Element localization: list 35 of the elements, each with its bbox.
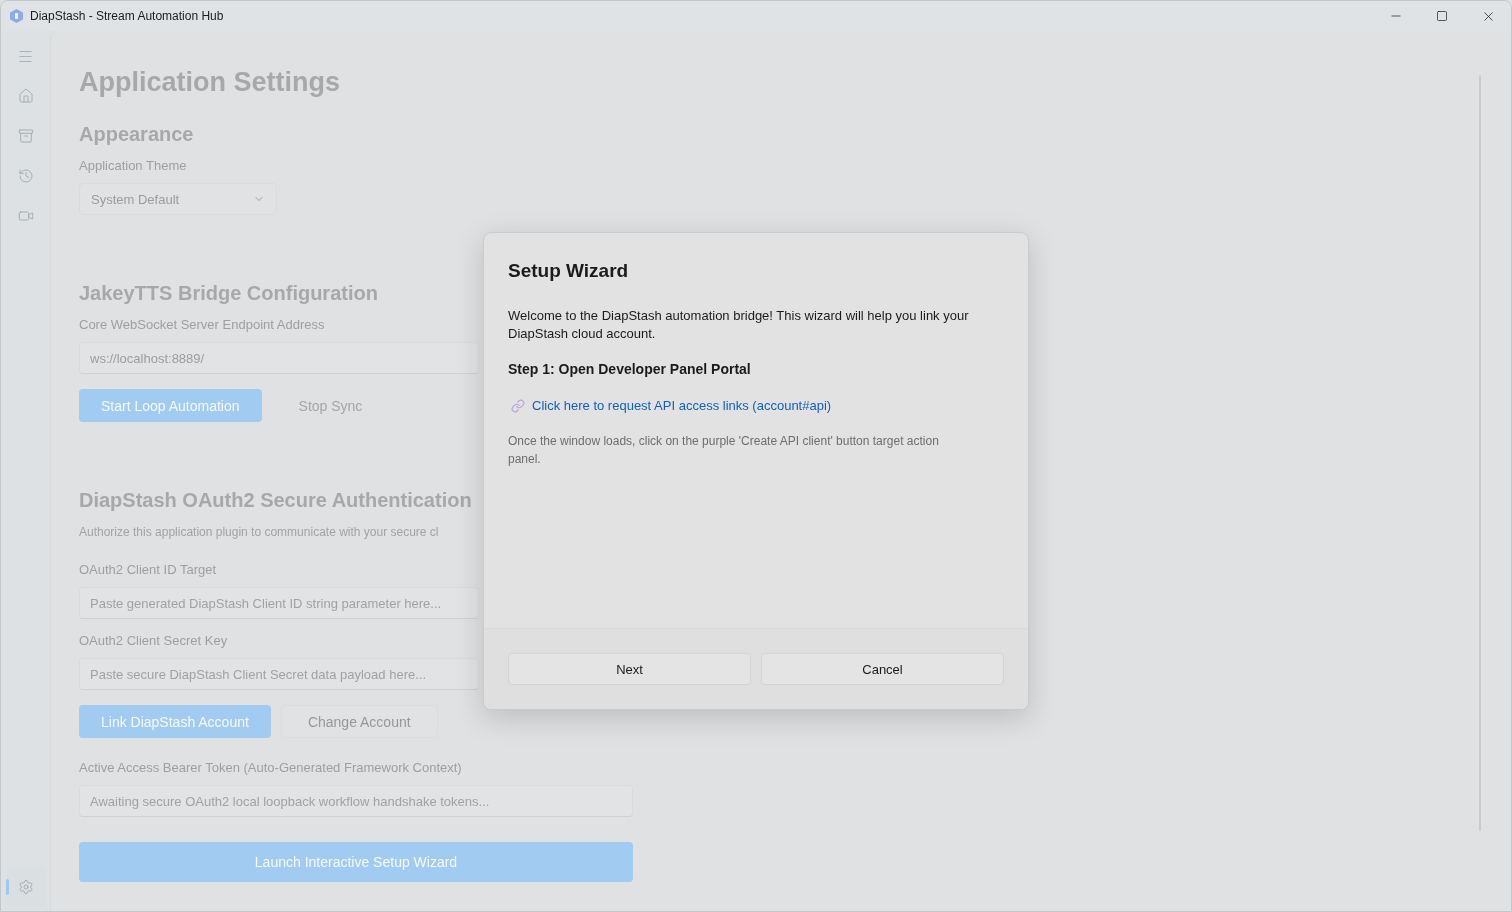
section-heading: JakeyTTS Bridge Configuration [79,281,378,306]
text-field[interactable]: Paste generated DiapStash Client ID string parameter here... [79,587,479,619]
theme-dropdown[interactable]: System Default [79,183,277,215]
api-access-link[interactable]: Click here to request API access links (account#api) [532,396,832,416]
field-label: Core WebSocket Server Endpoint Address [79,316,325,334]
history-icon [17,168,34,184]
field-label: Application Theme [79,157,187,175]
text-field[interactable]: Paste secure DiapStash Client Secret data payload here... [79,658,479,690]
dialog-button[interactable]: Next [508,653,751,685]
accent-button[interactable]: Link DiapStash Account [79,705,271,738]
video-camera-icon [17,208,34,224]
hint-text: Once the window loads, click on the purple 'Create API client' button target action panel. [508,433,940,468]
field-label: Active Access Bearer Token (Auto-Generated Framework Context) [79,759,462,777]
text-field[interactable]: Awaiting secure OAuth2 local loopback workflow handshake tokens... [79,785,633,817]
setup-wizard-button[interactable]: Launch Interactive Setup Wizard [79,842,633,882]
link-icon [511,399,525,413]
page-title: Application Settings [79,66,340,99]
field-label: OAuth2 Client ID Target [79,561,217,579]
dialog-text: Welcome to the DiapStash automation bridge! This wizard will help you link your DiapStash cloud account. [508,307,970,343]
section-heading: DiapStash OAuth2 Secure Authentication [79,488,472,513]
maximize-icon [1436,10,1448,22]
secondary-button[interactable]: Change Account [280,705,438,738]
app-icon [10,9,23,23]
accent-button[interactable]: Start Loop Automation [79,389,262,422]
house-icon [17,88,34,104]
section-heading: Appearance [79,122,194,147]
step-heading: Step 1: Open Developer Panel Portal [508,360,751,379]
field-label: OAuth2 Client Secret Key [79,632,228,650]
archive-box-icon [17,128,34,144]
text-field[interactable]: ws://localhost:8889/ [79,342,479,374]
window-title: DiapStash - Stream Automation Hub [30,9,225,23]
dialog-button[interactable]: Cancel [761,653,1004,685]
dialog-title: Setup Wizard [508,259,629,283]
settings-icon [17,879,34,895]
section-description: Authorize this application plugin to communicate with your secure cl [79,524,439,541]
